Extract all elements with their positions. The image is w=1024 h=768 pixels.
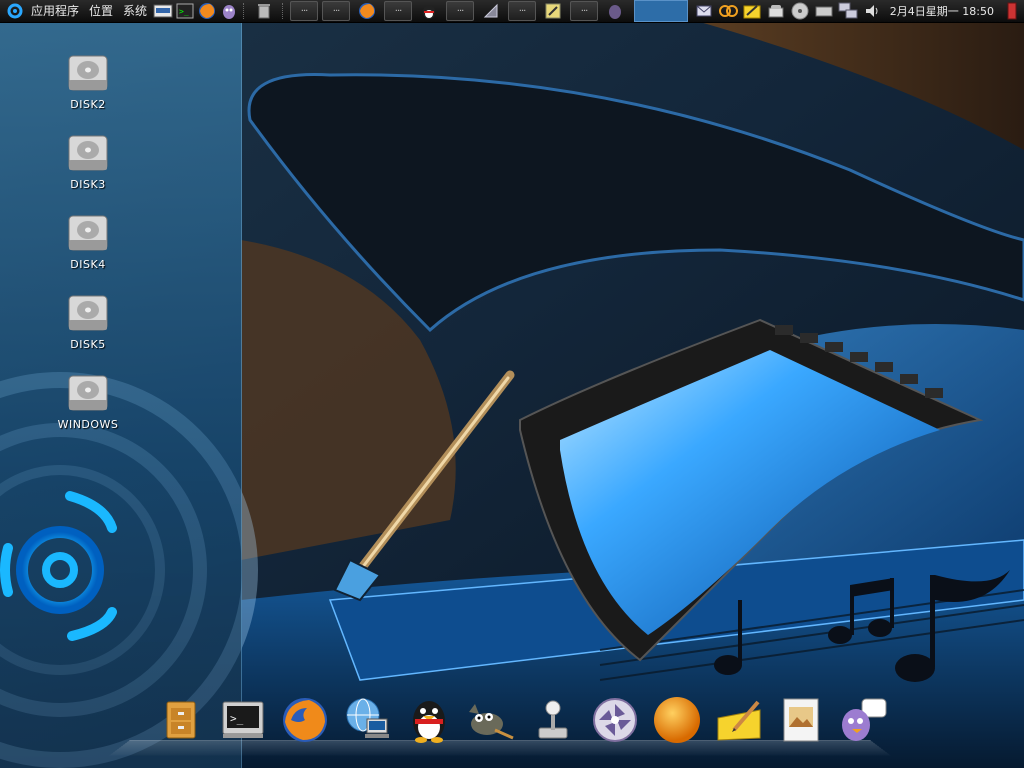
places-menu[interactable]: 位置 [84, 0, 118, 22]
mail-icon[interactable] [694, 1, 714, 21]
terminal-launcher-icon[interactable]: >_ [175, 1, 195, 21]
firefox-icon[interactable] [274, 694, 336, 746]
hard-disk-icon [68, 215, 108, 251]
notes-pencil-icon[interactable] [708, 694, 770, 746]
task-button[interactable]: ··· [384, 1, 413, 21]
task-button[interactable]: ··· [570, 1, 599, 21]
task-button[interactable]: ··· [290, 1, 319, 21]
desktop-icon-windows[interactable]: WINDOWS [53, 370, 123, 431]
desktop-icon-disk3[interactable]: DISK3 [53, 130, 123, 191]
clock[interactable]: 2月4日星期一 18:50 [890, 3, 994, 19]
trash-icon[interactable] [251, 2, 277, 20]
firefox-launcher-icon[interactable] [197, 1, 217, 21]
desktop-icon-label: DISK3 [70, 178, 106, 191]
file-cabinet-icon[interactable] [150, 694, 212, 746]
pidgin-chat-icon[interactable] [832, 694, 894, 746]
disc-icon[interactable] [790, 1, 810, 21]
gparted-task-icon[interactable] [478, 2, 504, 20]
hard-disk-icon [68, 375, 108, 411]
svg-text:>_: >_ [179, 7, 189, 16]
aperture-icon[interactable] [584, 694, 646, 746]
desktop-icon-label: DISK2 [70, 98, 106, 111]
notes-icon[interactable] [742, 1, 762, 21]
hard-disk-icon [68, 295, 108, 331]
keyboard-icon[interactable] [814, 1, 834, 21]
dock: >_ [150, 694, 894, 746]
joystick-icon[interactable] [522, 694, 584, 746]
firefox-task-icon[interactable] [354, 2, 380, 20]
system-menu[interactable]: 系统 [118, 0, 152, 22]
workspace-switcher[interactable] [634, 0, 689, 22]
task-button[interactable]: ··· [322, 1, 351, 21]
mplayer-launcher-icon[interactable] [153, 1, 173, 21]
top-panel: 应用程序 位置 系统 >_ ··· ··· ··· ··· ··· ··· 2月… [0, 0, 1024, 23]
phone-icon[interactable] [766, 1, 786, 21]
desktop-icon-label: DISK4 [70, 258, 106, 271]
hard-disk-icon [68, 135, 108, 171]
svg-text:>_: >_ [230, 712, 244, 725]
logout-icon[interactable] [1002, 1, 1022, 21]
applications-menu[interactable]: 应用程序 [26, 0, 84, 22]
panel-separator [243, 3, 246, 19]
qq-task-icon[interactable] [416, 2, 442, 20]
volume-icon[interactable] [862, 1, 882, 21]
distro-logo-icon [0, 491, 117, 641]
network-globe-icon[interactable] [336, 694, 398, 746]
desktop-icon-label: WINDOWS [57, 418, 119, 431]
image-viewer-icon[interactable] [770, 694, 832, 746]
qq-penguin-icon[interactable] [398, 694, 460, 746]
terminal-icon[interactable]: >_ [212, 694, 274, 746]
network-refresh-icon[interactable] [718, 1, 738, 21]
desktop-icon-disk2[interactable]: DISK2 [53, 50, 123, 111]
task-button[interactable]: ··· [446, 1, 475, 21]
gedit-task-icon[interactable] [540, 2, 566, 20]
desktop-icon-disk4[interactable]: DISK4 [53, 210, 123, 271]
main-menu-icon[interactable] [4, 0, 26, 22]
desktop-icon-label: DISK5 [70, 338, 106, 351]
pidgin-launcher-icon[interactable] [219, 1, 239, 21]
pidgin-task-icon[interactable] [602, 2, 628, 20]
task-button[interactable]: ··· [508, 1, 537, 21]
orange-ball-icon[interactable] [646, 694, 708, 746]
hard-disk-icon [68, 55, 108, 91]
panel-separator [282, 3, 285, 19]
gimp-icon[interactable] [460, 694, 522, 746]
network-icon[interactable] [838, 1, 858, 21]
desktop-icon-disk5[interactable]: DISK5 [53, 290, 123, 351]
